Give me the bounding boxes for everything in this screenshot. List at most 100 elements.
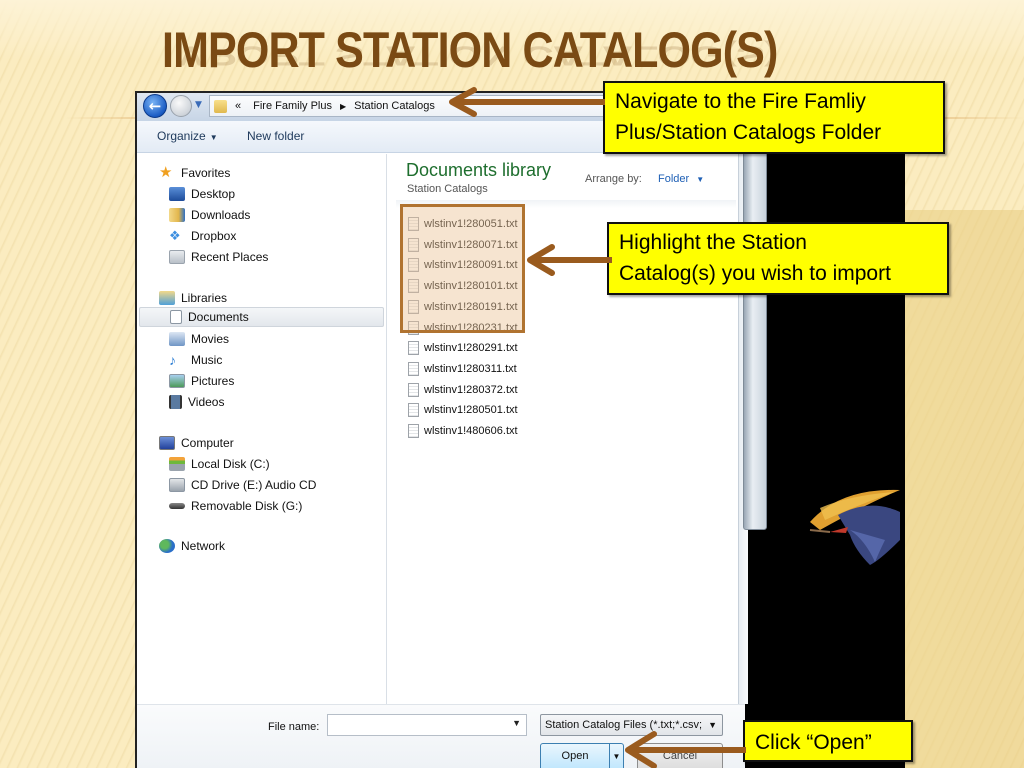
nav-removable-disk[interactable]: Removable Disk (G:) xyxy=(169,496,302,516)
file-list-item[interactable]: wlstinv1!280501.txt xyxy=(408,400,518,420)
breadcrumb-station-catalogs[interactable]: Station Catalogs xyxy=(354,100,435,112)
movies-icon xyxy=(169,332,185,346)
nav-movies-label: Movies xyxy=(191,332,230,346)
nav-music[interactable]: ♪ Music xyxy=(169,350,222,370)
desktop-icon xyxy=(169,187,185,201)
nav-pictures-label: Pictures xyxy=(191,374,235,388)
file-list-item[interactable]: wlstinv1!280291.txt xyxy=(408,338,518,358)
nav-desktop-label: Desktop xyxy=(191,187,236,201)
organize-label: Organize xyxy=(157,129,206,143)
callout-navigate: Navigate to the Fire Famliy Plus/Station… xyxy=(603,81,945,154)
history-dropdown-icon[interactable]: ▼ xyxy=(195,98,205,112)
file-name-label: File name: xyxy=(268,721,320,733)
file-name: wlstinv1!480606.txt xyxy=(424,425,518,437)
nav-downloads[interactable]: Downloads xyxy=(169,205,250,225)
nav-removable-disk-label: Removable Disk (G:) xyxy=(191,499,303,513)
nav-favorites-label: Favorites xyxy=(181,166,231,180)
forward-button[interactable] xyxy=(170,95,192,117)
nav-favorites[interactable]: ★ Favorites xyxy=(159,163,230,183)
chevron-down-icon: ▼ xyxy=(209,133,218,142)
scrollbar-thumb[interactable] xyxy=(743,150,767,530)
nav-network[interactable]: Network xyxy=(159,536,225,556)
new-folder-button[interactable]: New folder xyxy=(247,129,304,143)
recent-places-icon xyxy=(169,250,185,264)
callout-highlight-line-1: Highlight the Station xyxy=(619,231,807,254)
arrange-by-value: Folder xyxy=(658,173,690,185)
nav-local-disk-label: Local Disk (C:) xyxy=(191,457,270,471)
nav-recent-places[interactable]: Recent Places xyxy=(169,247,268,267)
nav-computer[interactable]: Computer xyxy=(159,433,234,453)
callout-highlight: Highlight the Station Catalog(s) you wis… xyxy=(607,222,949,295)
pictures-icon xyxy=(169,374,185,388)
nav-libraries-label: Libraries xyxy=(181,291,228,305)
twig xyxy=(809,529,831,533)
text-file-icon xyxy=(408,424,419,438)
chevron-down-icon[interactable]: ▼ xyxy=(512,718,521,728)
arrange-by-label: Arrange by: xyxy=(585,173,642,185)
arrange-by-dropdown[interactable]: Folder ▼ xyxy=(658,173,704,185)
slide-title-reflection: IMPORT STATION CATALOG(S) xyxy=(162,40,778,71)
file-list-item[interactable]: wlstinv1!280372.txt xyxy=(408,380,518,400)
nav-music-label: Music xyxy=(191,353,223,367)
local-disk-icon xyxy=(169,457,185,471)
text-file-icon xyxy=(408,341,419,356)
nav-dropbox[interactable]: ❖ Dropbox xyxy=(169,226,236,246)
bird-beak xyxy=(830,527,848,533)
open-file-dialog: ← ▼ « Fire Family Plus ▶ Station Catalog… xyxy=(135,91,748,768)
navigation-pane: ★ Favorites Desktop Downloads ❖ Dropbox … xyxy=(137,154,387,704)
file-name: wlstinv1!280291.txt xyxy=(424,342,518,355)
callout-navigate-line-2: Plus/Station Catalogs Folder xyxy=(615,121,882,144)
star-icon: ★ xyxy=(159,164,173,181)
callout-click-open-text: Click “Open” xyxy=(755,731,872,754)
file-list-item[interactable]: wlstinv1!480606.txt xyxy=(408,421,518,441)
cd-drive-icon xyxy=(169,478,185,492)
nav-pictures[interactable]: Pictures xyxy=(169,371,234,391)
library-subtitle: Station Catalogs xyxy=(407,183,488,195)
open-button[interactable]: Open ▼ xyxy=(540,743,624,768)
documents-icon xyxy=(170,310,182,324)
dropbox-icon: ❖ xyxy=(169,228,181,243)
callout-click-open: Click “Open” xyxy=(743,720,913,762)
file-name-input[interactable]: ▼ xyxy=(327,714,527,736)
file-name: wlstinv1!280501.txt xyxy=(424,404,518,417)
chevron-down-icon: ▼ xyxy=(696,175,705,184)
back-arrow-icon: ← xyxy=(148,97,162,115)
file-name: wlstinv1!280372.txt xyxy=(424,383,518,396)
nav-libraries[interactable]: Libraries xyxy=(159,288,227,308)
text-file-icon xyxy=(408,403,419,418)
text-file-icon xyxy=(408,382,419,397)
nav-dropbox-label: Dropbox xyxy=(191,229,237,243)
removable-disk-icon xyxy=(169,503,185,509)
nav-computer-label: Computer xyxy=(181,436,234,450)
nav-desktop[interactable]: Desktop xyxy=(169,184,235,204)
file-list-item[interactable]: wlstinv1!280311.txt xyxy=(408,359,517,379)
breadcrumb-overflow[interactable]: « xyxy=(235,100,241,112)
bird-body xyxy=(838,505,900,565)
computer-icon xyxy=(159,436,175,450)
network-icon xyxy=(159,539,175,553)
nav-movies[interactable]: Movies xyxy=(169,329,229,349)
nav-local-disk[interactable]: Local Disk (C:) xyxy=(169,454,270,474)
breadcrumb-fire-family-plus[interactable]: Fire Family Plus xyxy=(253,100,332,112)
callout-highlight-line-2: Catalog(s) you wish to import xyxy=(619,262,891,285)
arrow-to-files xyxy=(527,244,612,276)
libraries-icon xyxy=(159,291,175,305)
nav-videos-label: Videos xyxy=(188,395,225,409)
nav-videos[interactable]: Videos xyxy=(169,392,224,412)
nav-cd-drive[interactable]: CD Drive (E:) Audio CD xyxy=(169,475,316,495)
library-title: Documents library xyxy=(406,160,552,180)
arrow-to-address-bar xyxy=(449,87,605,117)
selected-files-highlight xyxy=(400,204,525,333)
downloads-icon xyxy=(169,208,185,222)
nav-recent-places-label: Recent Places xyxy=(191,250,269,264)
nav-network-label: Network xyxy=(181,539,226,553)
organize-button[interactable]: Organize ▼ xyxy=(157,129,218,143)
back-button[interactable]: ← xyxy=(143,94,167,118)
callout-navigate-line-1: Navigate to the Fire Famliy xyxy=(615,90,866,113)
arrow-to-open-button xyxy=(625,731,746,768)
breadcrumb-chevron-icon[interactable]: ▶ xyxy=(340,102,346,111)
open-label: Open xyxy=(561,750,589,762)
nav-documents-label: Documents xyxy=(188,310,249,324)
text-file-icon xyxy=(408,361,419,376)
nav-documents[interactable]: Documents xyxy=(139,307,384,327)
